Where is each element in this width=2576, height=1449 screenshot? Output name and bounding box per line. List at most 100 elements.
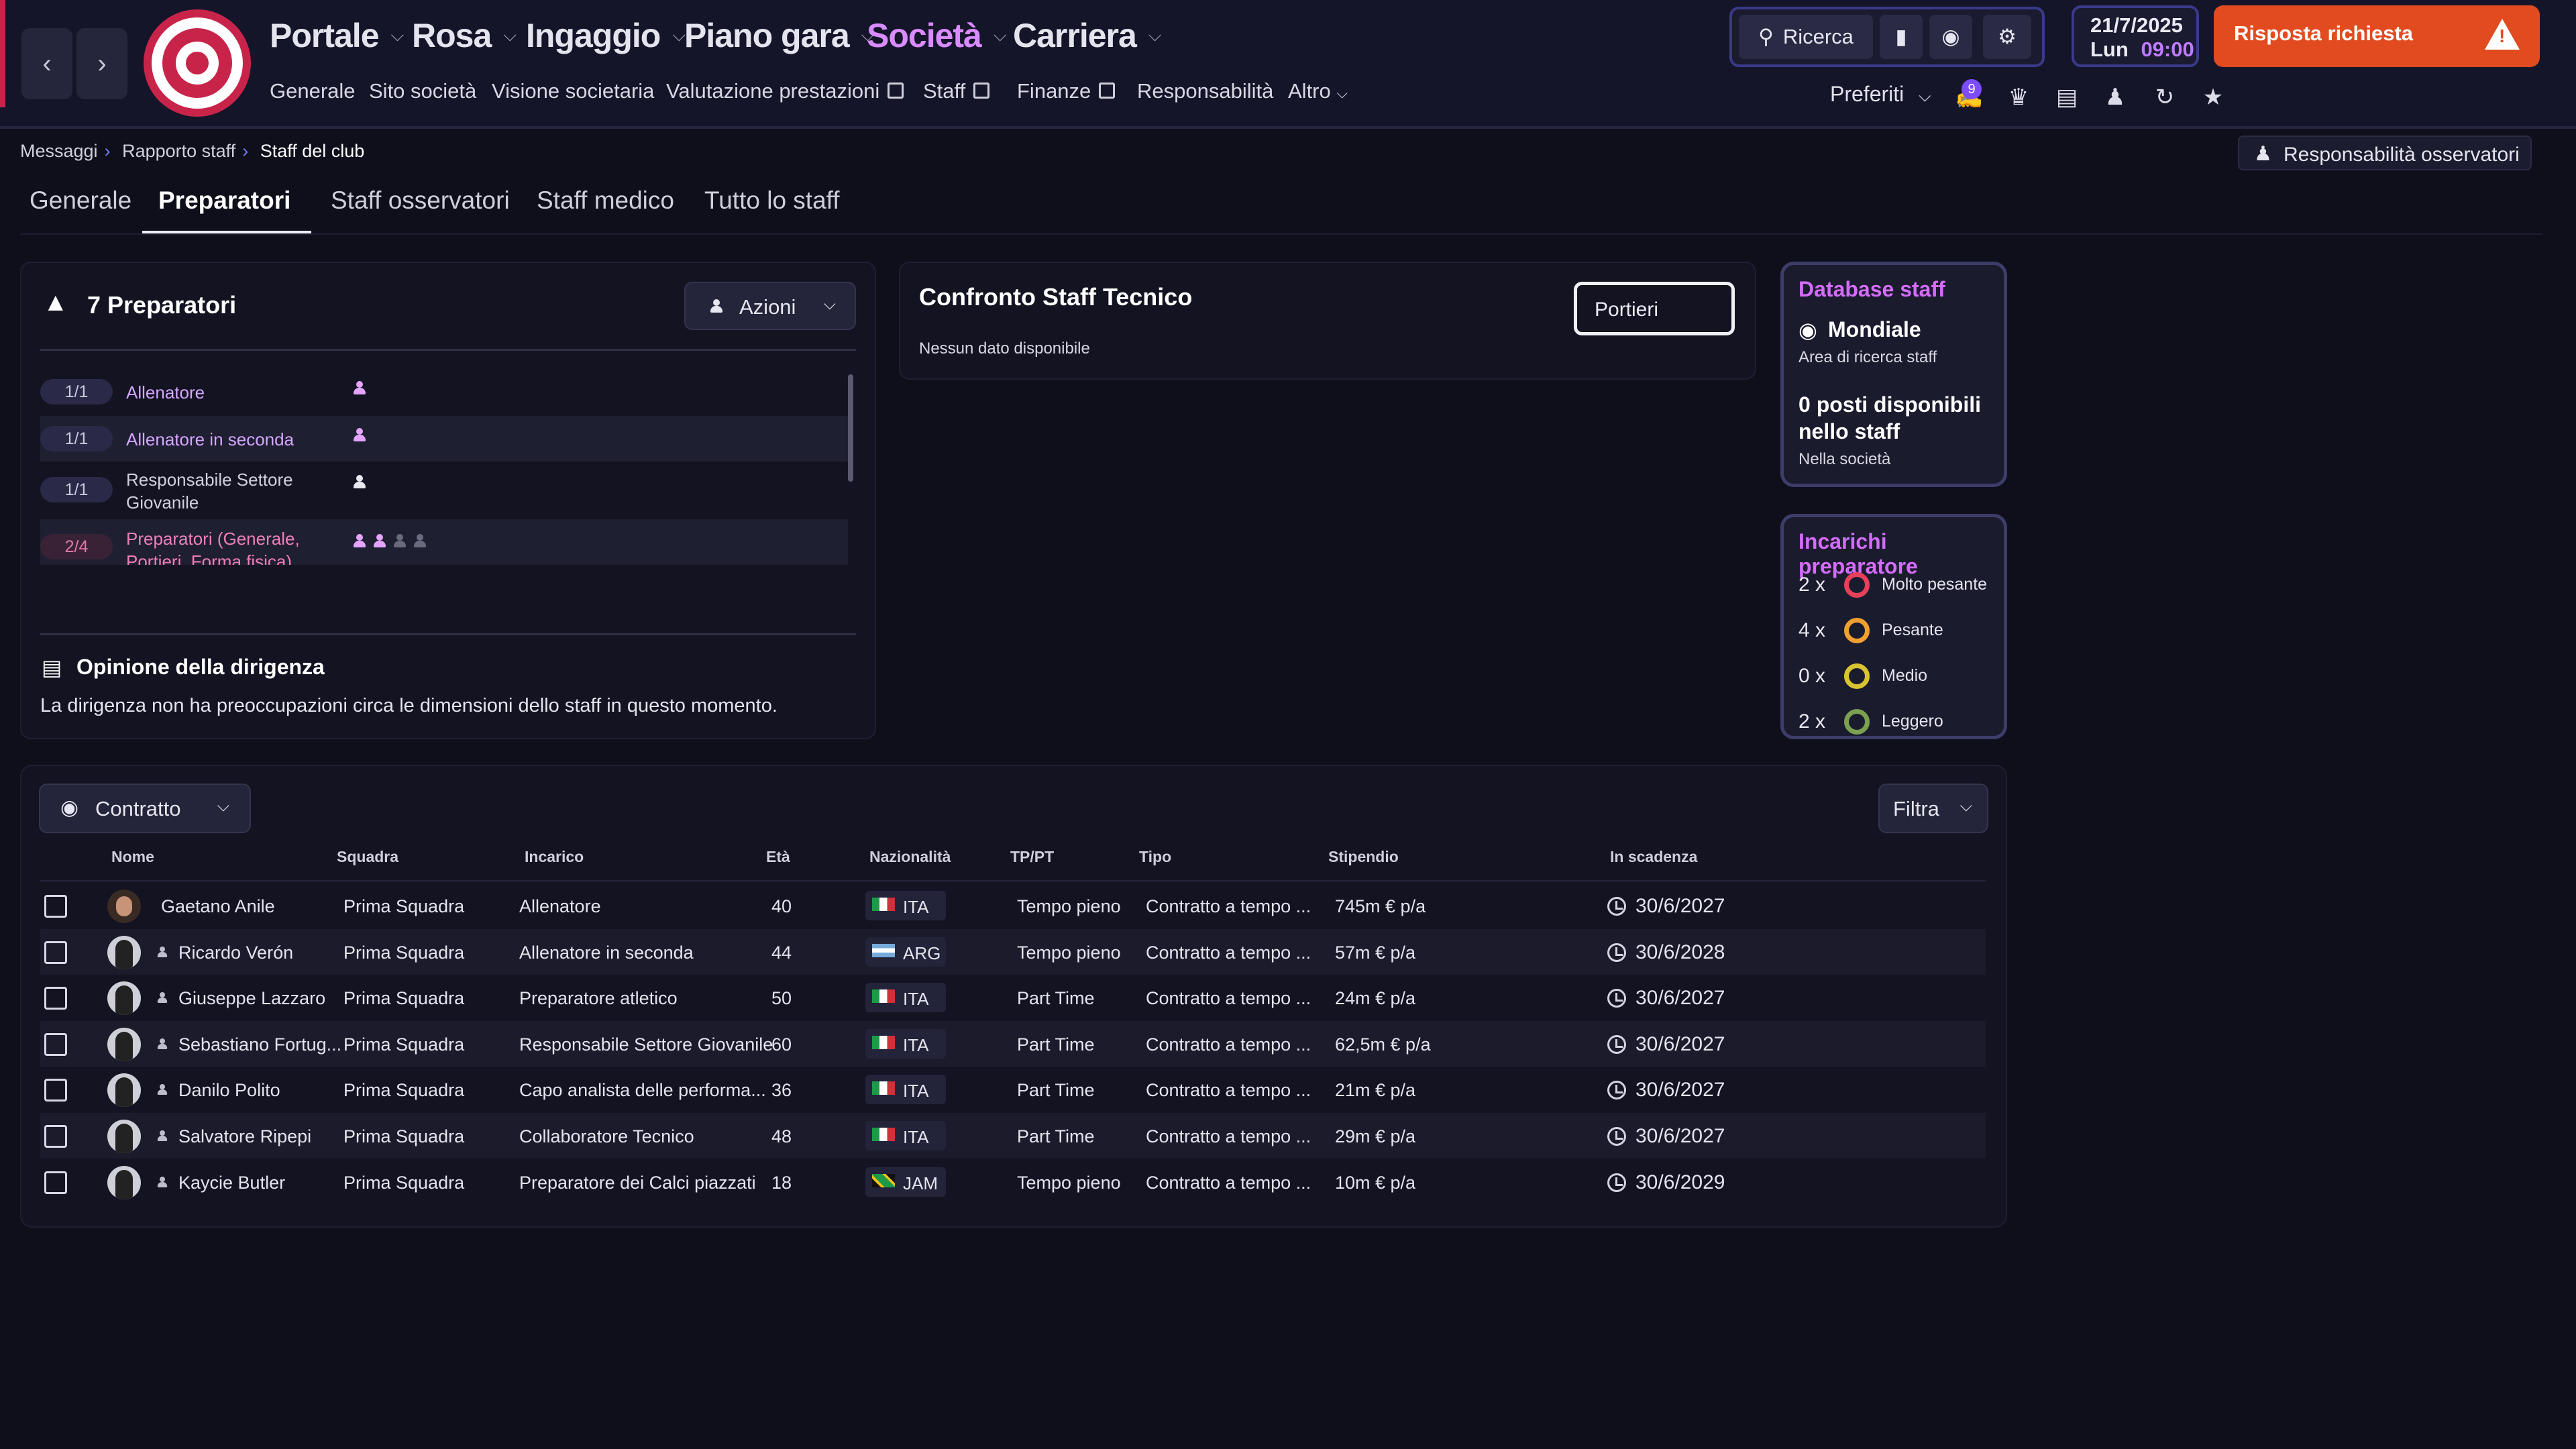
table-row[interactable]: Salvatore Ripepi Prima Squadra Collaborato… bbox=[40, 1113, 1986, 1159]
staff-icon[interactable]: ♟ bbox=[2102, 85, 2128, 110]
staff-person-icon bbox=[157, 946, 168, 957]
staff-name[interactable]: Kaycie Butler bbox=[178, 1173, 285, 1193]
search-scope: Mondiale bbox=[1828, 317, 1921, 341]
row-checkbox[interactable] bbox=[44, 1032, 67, 1056]
column-header-incarico[interactable]: Incarico bbox=[525, 848, 584, 866]
compare-panel: Confronto Staff Tecnico Nessun dato disp… bbox=[899, 262, 1756, 380]
contract-expiry: 30/6/2028 bbox=[1635, 941, 1725, 963]
contract-type: Contratto a tempo ... bbox=[1146, 988, 1311, 1009]
subnav-visione-societaria[interactable]: Visione societaria bbox=[492, 79, 654, 103]
view-dropdown[interactable]: ◉ Contratto ⌵ bbox=[39, 784, 251, 833]
response-required-button[interactable]: Risposta richiesta! bbox=[2214, 5, 2540, 67]
nav-rosa[interactable]: Rosa ⌵ bbox=[412, 12, 517, 59]
subnav-valutazione-prestazioni[interactable]: Valutazione prestazioni bbox=[666, 79, 904, 103]
subnav-sito-societa[interactable]: Sito società bbox=[369, 79, 476, 103]
search-button[interactable]: ⚲ Ricerca bbox=[1739, 15, 1873, 59]
avatar bbox=[107, 935, 141, 969]
date-time-display[interactable]: 21/7/2025 Lun 09:00 bbox=[2072, 5, 2199, 67]
contract-type: Contratto a tempo ... bbox=[1146, 896, 1311, 916]
coaches-title: 7 Preparatori bbox=[87, 291, 237, 319]
breadcrumb-rapporto-staff[interactable]: Rapporto staff bbox=[122, 141, 235, 161]
column-header-tipo[interactable]: Tipo bbox=[1139, 848, 1171, 866]
row-checkbox[interactable] bbox=[44, 1079, 67, 1102]
tab-staff-medico[interactable]: Staff medico bbox=[537, 186, 674, 215]
row-checkbox[interactable] bbox=[44, 1125, 67, 1148]
column-header-in-scadenza[interactable]: In scadenza bbox=[1610, 848, 1697, 866]
column-header-nome[interactable]: Nome bbox=[111, 848, 154, 866]
tab-tutto-lo-staff[interactable]: Tutto lo staff bbox=[704, 186, 840, 215]
staff-wage: 29m € p/a bbox=[1335, 1126, 1416, 1146]
subnav-altro[interactable]: Altro ⌵ bbox=[1288, 79, 1348, 103]
settings-button[interactable]: ⚙ bbox=[1983, 15, 2031, 59]
role-row[interactable]: 1/1 Allenatore bbox=[40, 369, 848, 415]
club-crest-logo[interactable] bbox=[144, 9, 251, 117]
staff-name[interactable]: Salvatore Ripepi bbox=[178, 1126, 311, 1147]
subnav-generale[interactable]: Generale bbox=[270, 79, 356, 103]
role-row[interactable]: 1/1 Allenatore in seconda bbox=[40, 416, 848, 462]
row-checkbox[interactable] bbox=[44, 895, 67, 918]
subnav-responsabilita[interactable]: Responsabilità bbox=[1137, 79, 1273, 103]
tab-generale[interactable]: Generale bbox=[30, 186, 131, 215]
scout-responsibilities-button[interactable]: ♟ Responsabilità osservatori bbox=[2238, 136, 2532, 170]
role-row[interactable]: 2/4 Preparatori (Generale, Portieri, For… bbox=[40, 519, 848, 565]
column-header-nazionalita[interactable]: Nazionalità bbox=[869, 848, 951, 866]
role-row[interactable]: 1/1 Responsabile Settore Giovanile bbox=[40, 463, 848, 517]
subnav-staff[interactable]: Staff bbox=[923, 79, 990, 103]
staff-person-icon bbox=[157, 992, 168, 1004]
search-icon: ⚲ bbox=[1758, 25, 1774, 48]
staff-database-card[interactable]: Database staff ◉ Mondiale Area di ricerc… bbox=[1780, 262, 2007, 487]
tab-preparatori[interactable]: Preparatori bbox=[158, 186, 290, 215]
workload-card[interactable]: Incarichi preparatore 2 x Molto pesante … bbox=[1780, 514, 2007, 739]
table-row[interactable]: Sebastiano Fortug... Prima Squadra Respons… bbox=[40, 1020, 1986, 1067]
table-row[interactable]: Giuseppe Lazzaro Prima Squadra Preparatore… bbox=[40, 975, 1986, 1020]
nav-piano-gara[interactable]: Piano gara ⌵ bbox=[684, 12, 874, 59]
scrollbar[interactable] bbox=[848, 374, 853, 482]
table-row[interactable]: Kaycie Butler Prima Squadra Preparatore de… bbox=[40, 1159, 1986, 1205]
nav-portale[interactable]: Portale ⌵ bbox=[270, 12, 404, 59]
row-checkbox[interactable] bbox=[44, 987, 67, 1010]
document-icon[interactable]: ▤ bbox=[2054, 85, 2080, 110]
table-row[interactable]: Gaetano Anile Prima Squadra Allenatore 40 IT… bbox=[40, 883, 1986, 928]
staff-name[interactable]: Gaetano Anile bbox=[161, 896, 275, 917]
table-row[interactable]: Danilo Polito Prima Squadra Capo analista … bbox=[40, 1067, 1986, 1112]
world-button[interactable]: ◉ bbox=[1929, 15, 1972, 59]
nav-carriera[interactable]: Carriera ⌵ bbox=[1013, 12, 1162, 59]
breadcrumb-messaggi[interactable]: Messaggi bbox=[20, 141, 98, 161]
row-checkbox[interactable] bbox=[44, 1171, 67, 1194]
clock-icon bbox=[1607, 1127, 1626, 1146]
table-row[interactable]: Ricardo Verón Prima Squadra Allenatore in … bbox=[40, 928, 1986, 975]
staff-team: Prima Squadra bbox=[343, 1172, 465, 1193]
globe-icon: ◉ bbox=[1799, 318, 1817, 342]
inbox-button[interactable]: ▮ bbox=[1880, 15, 1923, 59]
row-checkbox[interactable] bbox=[44, 941, 67, 964]
column-header-eta[interactable]: Età bbox=[766, 848, 790, 866]
column-header-tp-pt[interactable]: TP/PT bbox=[1010, 848, 1054, 866]
nationality-badge: JAM bbox=[865, 1167, 946, 1197]
subnav-finanze[interactable]: Finanze bbox=[1017, 79, 1116, 103]
refresh-icon[interactable]: ↻ bbox=[2152, 85, 2178, 110]
staff-name[interactable]: Sebastiano Fortug... bbox=[178, 1034, 341, 1055]
filter-dropdown[interactable]: Filtra ⌵ bbox=[1878, 784, 1988, 833]
kit-icon[interactable]: ♛ bbox=[2006, 85, 2031, 110]
contract-expiry: 30/6/2029 bbox=[1635, 1171, 1725, 1193]
tab-staff-osservatori[interactable]: Staff osservatori bbox=[331, 186, 510, 215]
forward-button[interactable]: › bbox=[76, 28, 127, 99]
nav-ingaggio[interactable]: Ingaggio ⌵ bbox=[526, 12, 686, 59]
nav-societa[interactable]: Società ⌵ bbox=[867, 12, 1007, 59]
staff-name[interactable]: Ricardo Verón bbox=[178, 943, 293, 963]
divider bbox=[40, 349, 856, 351]
current-time: 09:00 bbox=[2141, 38, 2194, 61]
favorites-dropdown[interactable]: Preferiti ⌵ bbox=[1830, 82, 1931, 107]
workload-item: 4 x Pesante bbox=[1784, 611, 2005, 651]
column-header-squadra[interactable]: Squadra bbox=[337, 848, 398, 866]
staff-age: 40 bbox=[771, 896, 792, 916]
workload-item: 2 x Molto pesante bbox=[1784, 566, 2005, 606]
staff-name[interactable]: Giuseppe Lazzaro bbox=[178, 988, 325, 1009]
back-button[interactable]: ‹ bbox=[21, 28, 72, 99]
header-divider bbox=[40, 880, 1986, 881]
trophy-icon[interactable]: ★ bbox=[2200, 85, 2226, 110]
actions-dropdown[interactable]: Azioni ⌵ bbox=[684, 282, 856, 330]
staff-name[interactable]: Danilo Polito bbox=[178, 1080, 280, 1101]
column-header-stipendio[interactable]: Stipendio bbox=[1328, 848, 1399, 866]
position-select[interactable]: Portieri bbox=[1574, 282, 1735, 335]
